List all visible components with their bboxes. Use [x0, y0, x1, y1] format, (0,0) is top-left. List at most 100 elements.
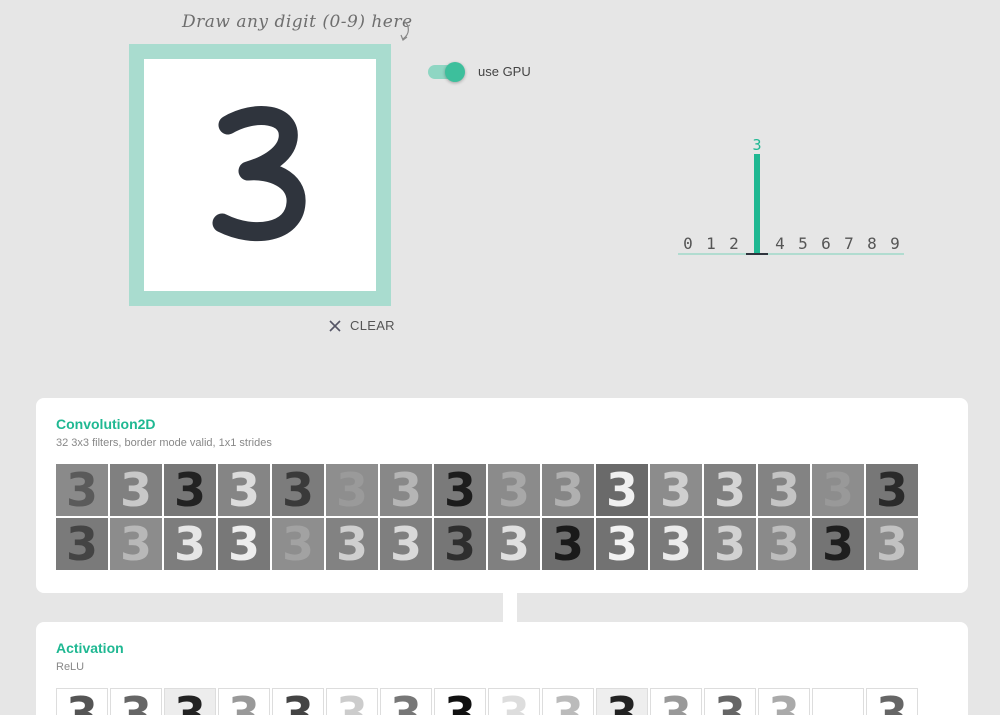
clear-button[interactable]: CLEAR — [328, 318, 395, 333]
feature-map: 3 — [434, 518, 486, 570]
feature-map-digit: 3 — [821, 464, 854, 516]
feature-map: 3 — [596, 464, 648, 516]
feature-map-digit: 3 — [767, 688, 800, 715]
feature-map: 3 — [488, 464, 540, 516]
output-probability-chart: 0 1 2 3 4 5 6 7 8 9 — [678, 136, 904, 255]
feature-map: 3 — [218, 688, 270, 715]
drawing-canvas-frame — [129, 44, 391, 306]
feature-map-digit: 3 — [551, 464, 584, 516]
feature-map-digit: 3 — [713, 518, 746, 570]
feature-map: 3 — [866, 688, 918, 715]
digit-tick-label: 0 — [683, 234, 693, 253]
feature-map: 3 — [542, 518, 594, 570]
feature-map: 3 — [488, 688, 540, 715]
feature-map-digit: 3 — [551, 688, 584, 715]
feature-map: 3 — [812, 464, 864, 516]
feature-map-digit: 3 — [281, 464, 314, 516]
feature-map-digit: 3 — [875, 518, 908, 570]
feature-map-digit: 3 — [65, 518, 98, 570]
layer-title: Convolution2D — [56, 416, 156, 432]
feature-map-digit: 3 — [443, 518, 476, 570]
digit-tick-label: 4 — [775, 234, 785, 253]
clear-label: CLEAR — [350, 318, 395, 333]
draw-hint: Draw any digit (0-9) here — [182, 12, 413, 32]
feature-map: 3 — [110, 464, 162, 516]
feature-map-digit: 3 — [821, 518, 854, 570]
feature-map-digit: 3 — [119, 464, 152, 516]
feature-map: 3 — [164, 464, 216, 516]
use-gpu-label: use GPU — [478, 64, 531, 79]
layer-title: Activation — [56, 640, 124, 656]
feature-map: 3 — [56, 688, 108, 715]
feature-map: 3 — [650, 688, 702, 715]
feature-map-digit: 3 — [119, 688, 152, 715]
feature-map-digit: 3 — [659, 688, 692, 715]
feature-map: 3 — [164, 688, 216, 715]
feature-map: 3 — [812, 688, 864, 715]
feature-map: 3 — [542, 464, 594, 516]
feature-map-digit: 3 — [173, 464, 206, 516]
layer-description: ReLU — [56, 661, 85, 673]
toggle-knob — [445, 61, 465, 82]
feature-map-digit: 3 — [497, 464, 530, 516]
feature-map-grid: 33333333333333333333333333333333 — [56, 464, 948, 570]
feature-map-digit: 3 — [659, 518, 692, 570]
feature-map-digit: 3 — [605, 688, 638, 715]
drawing-canvas[interactable] — [144, 59, 376, 291]
feature-map: 3 — [380, 464, 432, 516]
feature-map-digit: 3 — [173, 688, 206, 715]
layer-card-convolution2d: Convolution2D 32 3x3 filters, border mod… — [36, 398, 968, 593]
feature-map-grid: 3333333333333333 — [56, 688, 948, 715]
feature-map: 3 — [758, 518, 810, 570]
feature-map: 3 — [326, 464, 378, 516]
feature-map: 3 — [56, 464, 108, 516]
digit-tick-label: 1 — [706, 234, 716, 253]
predicted-digit-label: 3 — [752, 136, 761, 154]
feature-map-digit: 3 — [605, 518, 638, 570]
feature-map-digit: 3 — [551, 518, 584, 570]
feature-map-digit: 3 — [335, 688, 368, 715]
feature-map: 3 — [218, 518, 270, 570]
curved-arrow-icon — [400, 20, 409, 41]
feature-map: 3 — [650, 464, 702, 516]
digit-tick-label: 6 — [821, 234, 831, 253]
feature-map: 3 — [272, 518, 324, 570]
feature-map: 3 — [56, 518, 108, 570]
feature-map: 3 — [110, 688, 162, 715]
feature-map: 3 — [650, 518, 702, 570]
feature-map: 3 — [380, 688, 432, 715]
feature-map: 3 — [704, 464, 756, 516]
drawn-digit — [212, 106, 306, 242]
feature-map-digit: 3 — [335, 464, 368, 516]
feature-map-digit: 3 — [821, 688, 854, 715]
layer-description: 32 3x3 filters, border mode valid, 1x1 s… — [56, 437, 272, 449]
feature-map: 3 — [326, 688, 378, 715]
feature-map: 3 — [866, 518, 918, 570]
feature-map-digit: 3 — [497, 518, 530, 570]
digit-tick-label: 9 — [890, 234, 900, 253]
feature-map-digit: 3 — [389, 464, 422, 516]
feature-map: 3 — [434, 464, 486, 516]
feature-map-digit: 3 — [875, 688, 908, 715]
use-gpu-toggle[interactable]: use GPU — [428, 61, 531, 82]
feature-map: 3 — [434, 688, 486, 715]
probability-bar — [754, 154, 760, 254]
feature-map-digit: 3 — [173, 518, 206, 570]
feature-map-digit: 3 — [389, 688, 422, 715]
feature-map-digit: 3 — [713, 688, 746, 715]
feature-map-digit: 3 — [659, 464, 692, 516]
feature-map: 3 — [326, 518, 378, 570]
feature-map: 3 — [596, 688, 648, 715]
feature-map-digit: 3 — [335, 518, 368, 570]
feature-map-digit: 3 — [281, 518, 314, 570]
digit-tick-label: 5 — [798, 234, 808, 253]
feature-map-digit: 3 — [227, 518, 260, 570]
feature-map: 3 — [218, 464, 270, 516]
feature-map-digit: 3 — [767, 464, 800, 516]
feature-map-digit: 3 — [875, 464, 908, 516]
feature-map: 3 — [704, 518, 756, 570]
digit-tick-label: 8 — [867, 234, 877, 253]
feature-map: 3 — [110, 518, 162, 570]
feature-map-digit: 3 — [713, 464, 746, 516]
feature-map: 3 — [758, 464, 810, 516]
